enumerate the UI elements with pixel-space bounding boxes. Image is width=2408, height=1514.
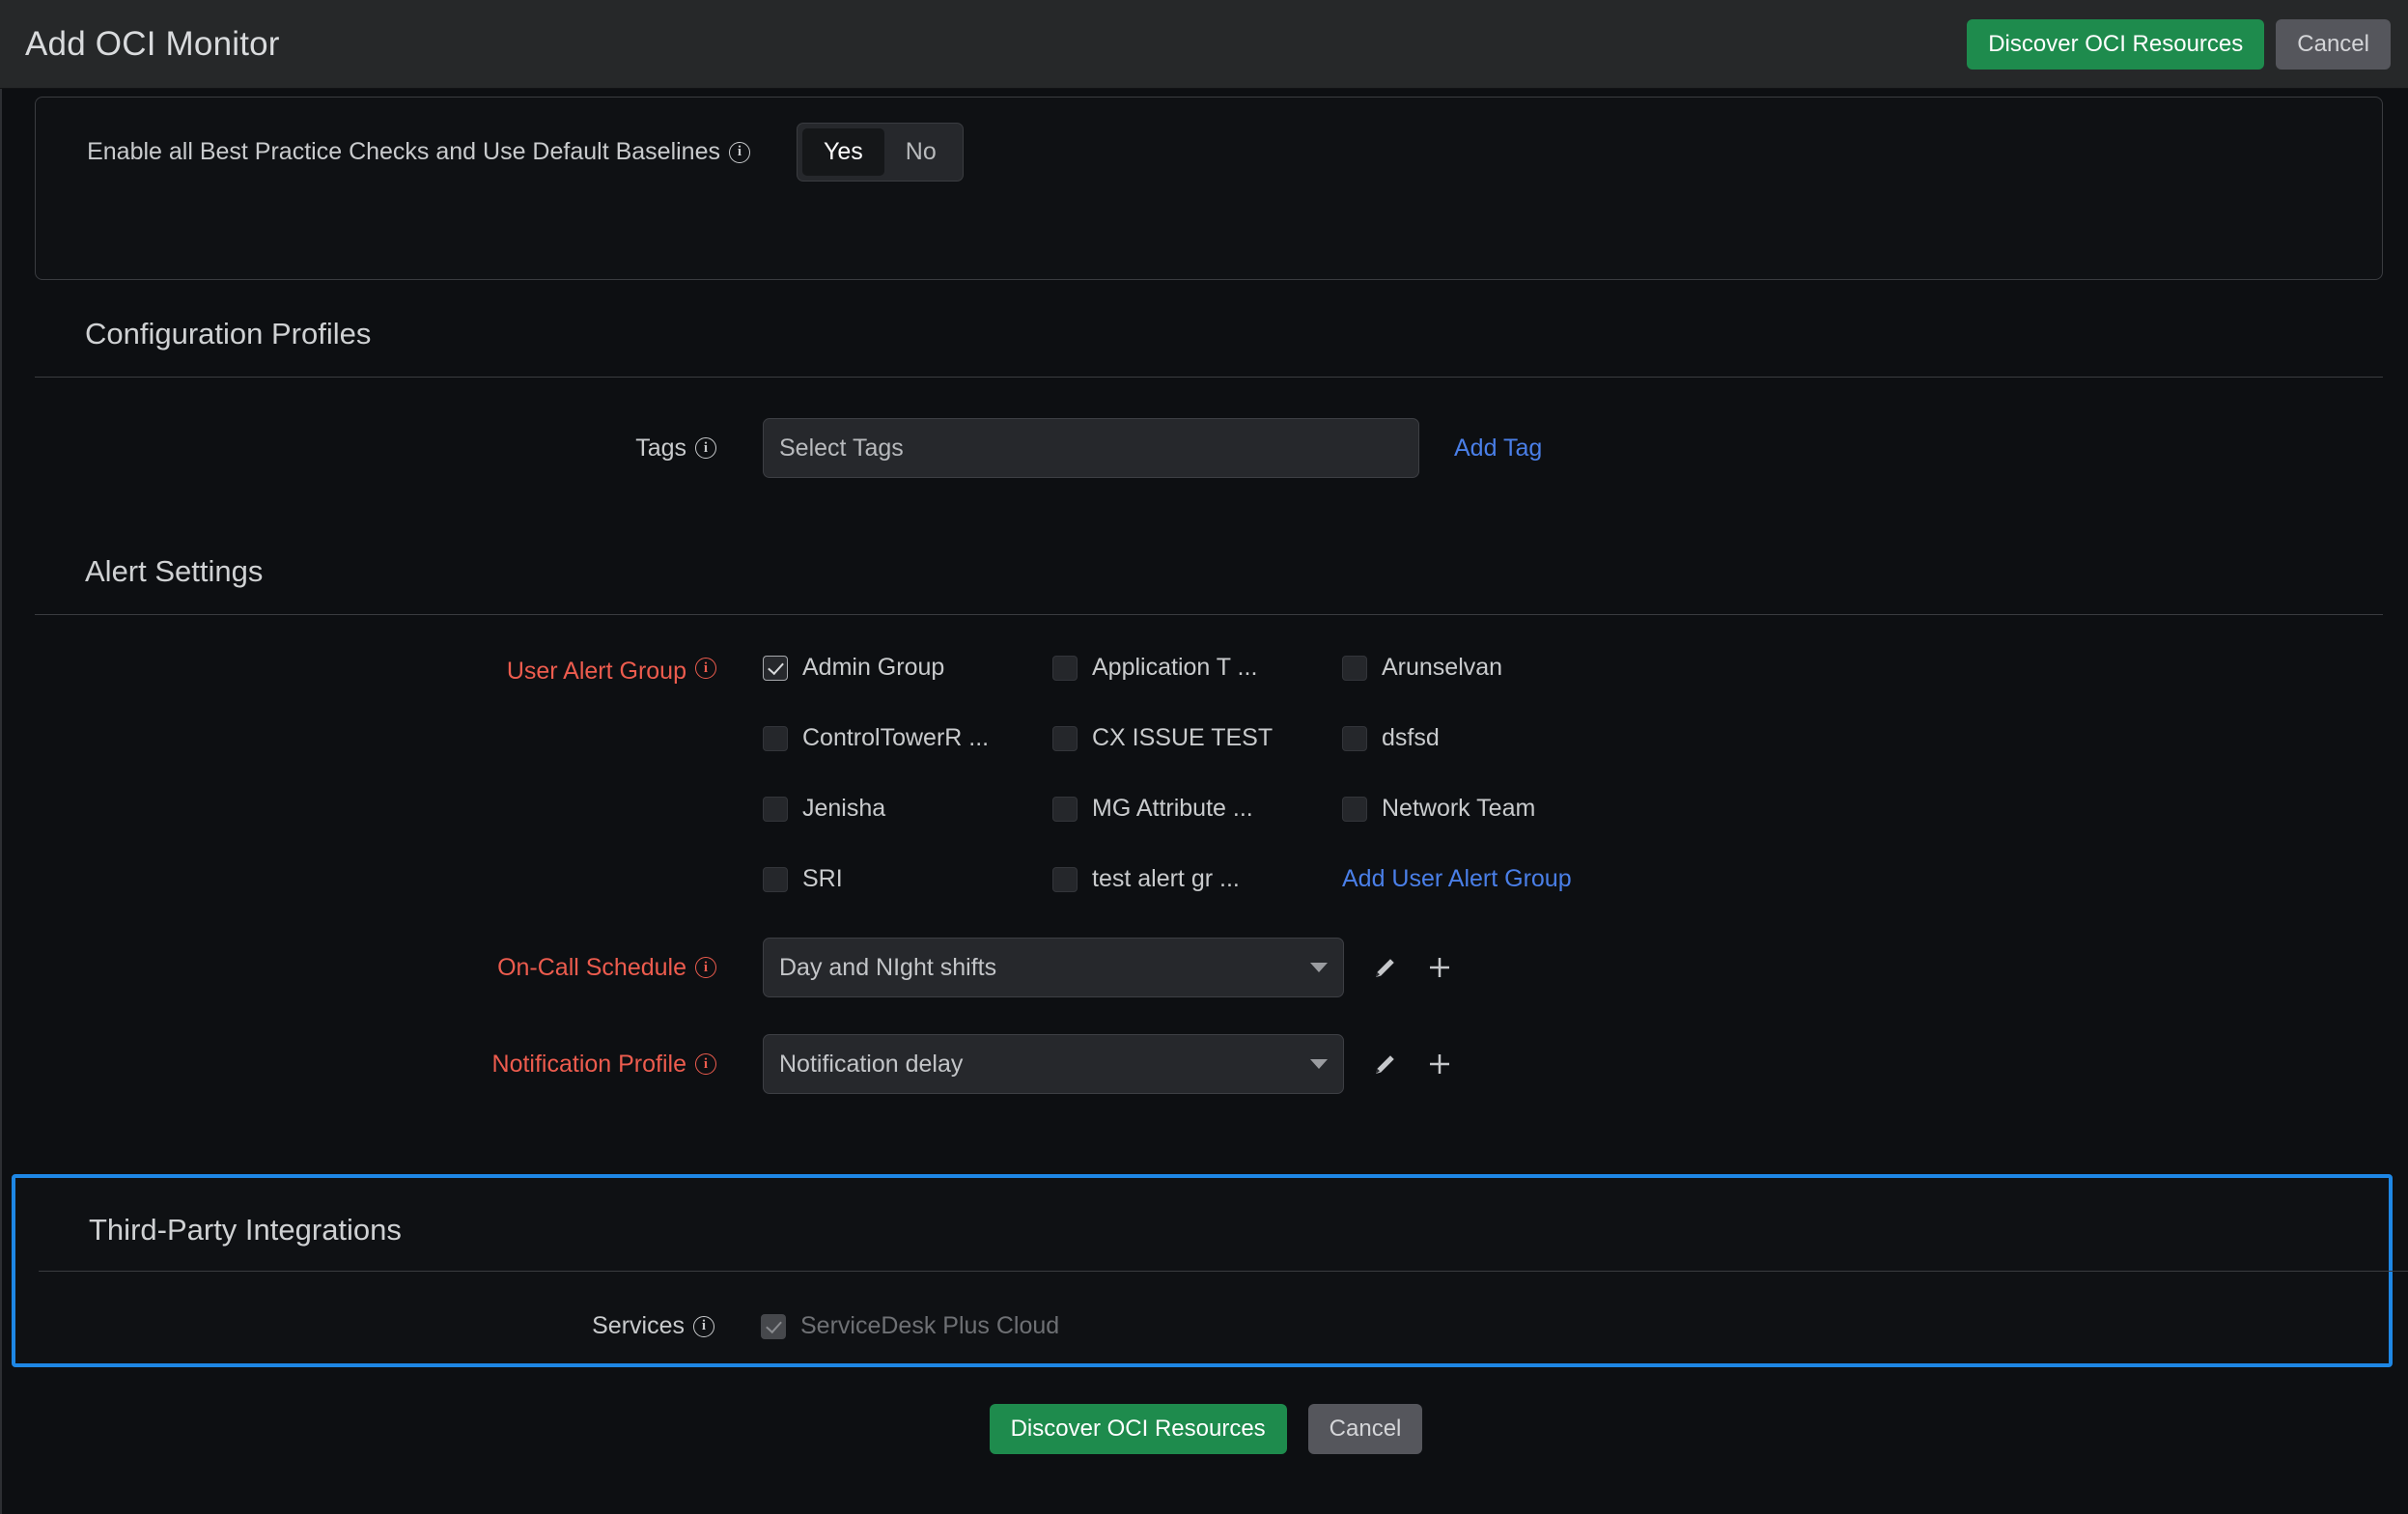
form-body: Enable all Best Practice Checks and Use … — [0, 89, 2408, 1514]
third-party-integrations-panel: Third-Party Integrations Services i Serv… — [12, 1174, 2408, 1367]
add-user-alert-group-cell: Add User Alert Group — [1342, 865, 1632, 893]
cancel-button-top[interactable]: Cancel — [2276, 18, 2391, 70]
services-row: Services i ServiceDesk Plus Cloud — [15, 1312, 2389, 1340]
checkbox-label: Network Team — [1382, 795, 1536, 822]
info-icon[interactable]: i — [695, 658, 716, 679]
chevron-down-icon[interactable] — [1310, 963, 1328, 972]
checkbox-dsfsd[interactable]: dsfsd — [1342, 724, 1632, 752]
page-title: Add OCI Monitor — [25, 24, 280, 63]
add-tag-link[interactable]: Add Tag — [1454, 435, 1542, 462]
on-call-schedule-label-text: On-Call Schedule — [497, 953, 686, 981]
checkbox-label: CX ISSUE TEST — [1092, 724, 1274, 751]
user-alert-group-label: User Alert Group i — [2, 654, 716, 893]
notification-profile-row: Notification Profile i Notification dela… — [2, 1034, 2408, 1094]
checkbox-admin-group[interactable]: Admin Group — [763, 654, 1052, 682]
add-user-alert-group-link[interactable]: Add User Alert Group — [1342, 865, 1572, 893]
user-alert-group-row: User Alert Group i Admin Group Applicati… — [2, 654, 2408, 893]
section-divider — [39, 1271, 2408, 1272]
footer-actions: Discover OCI Resources Cancel — [2, 1404, 2408, 1454]
services-label: Services i — [15, 1312, 714, 1340]
best-practice-label: Enable all Best Practice Checks and Use … — [36, 138, 750, 166]
info-icon[interactable]: i — [693, 1315, 714, 1337]
checkbox-icon[interactable] — [1342, 655, 1367, 681]
alert-settings-heading: Alert Settings — [85, 554, 264, 588]
user-alert-group-checkbox-grid: Admin Group Application T ... Arunselvan… — [763, 654, 1632, 893]
tags-label: Tags i — [2, 435, 716, 463]
on-call-schedule-select[interactable]: Day and NIght shifts — [763, 938, 1344, 997]
select-tags-input[interactable]: Select Tags — [763, 418, 1419, 478]
toggle-option-no[interactable]: No — [884, 128, 958, 176]
on-call-schedule-label: On-Call Schedule i — [2, 954, 716, 982]
best-practice-label-text: Enable all Best Practice Checks and Use … — [87, 138, 720, 165]
info-icon[interactable]: i — [695, 437, 716, 459]
info-icon[interactable]: i — [729, 141, 750, 163]
checkbox-label: ServiceDesk Plus Cloud — [800, 1312, 1060, 1339]
checkbox-mg-attribute[interactable]: MG Attribute ... — [1052, 795, 1342, 823]
checkbox-icon[interactable] — [1052, 725, 1078, 751]
alert-settings-section: Alert Settings User Alert Group i Admin … — [2, 554, 2408, 1094]
section-divider — [35, 377, 2383, 378]
checkbox-label: Application T ... — [1092, 654, 1258, 681]
info-icon[interactable]: i — [695, 957, 716, 978]
notification-profile-value: Notification delay — [779, 1050, 964, 1078]
best-practice-row: Enable all Best Practice Checks and Use … — [36, 123, 2382, 182]
configuration-profiles-section: Configuration Profiles Tags i Select Tag… — [2, 317, 2408, 478]
plus-icon[interactable] — [1423, 1048, 1456, 1080]
checkbox-label: dsfsd — [1382, 724, 1440, 751]
on-call-schedule-row: On-Call Schedule i Day and NIght shifts — [2, 938, 2408, 997]
checkbox-icon[interactable] — [763, 796, 788, 822]
checkbox-icon[interactable] — [1342, 796, 1367, 822]
titlebar-actions: Discover OCI Resources Cancel — [1967, 18, 2391, 70]
checkbox-arunselvan[interactable]: Arunselvan — [1342, 654, 1632, 682]
checkbox-icon[interactable] — [1052, 866, 1078, 892]
checkbox-jenisha[interactable]: Jenisha — [763, 795, 1052, 823]
checkbox-label: Arunselvan — [1382, 654, 1503, 681]
configuration-profiles-heading: Configuration Profiles — [85, 317, 372, 350]
checkbox-test-alert-gr[interactable]: test alert gr ... — [1052, 865, 1342, 893]
on-call-schedule-value: Day and NIght shifts — [779, 953, 997, 981]
checkbox-icon[interactable] — [763, 866, 788, 892]
pencil-icon[interactable] — [1369, 951, 1402, 984]
checkbox-icon[interactable] — [1342, 725, 1367, 751]
best-practice-panel: Enable all Best Practice Checks and Use … — [35, 97, 2383, 280]
checkbox-label: Admin Group — [802, 654, 945, 681]
window-titlebar: Add OCI Monitor Discover OCI Resources C… — [0, 0, 2408, 89]
checkbox-icon[interactable] — [763, 655, 788, 681]
plus-icon[interactable] — [1423, 951, 1456, 984]
checkbox-label: test alert gr ... — [1092, 865, 1240, 892]
checkbox-cx-issue-test[interactable]: CX ISSUE TEST — [1052, 724, 1342, 752]
checkbox-servicedesk-plus-cloud: ServiceDesk Plus Cloud — [761, 1312, 1059, 1340]
checkbox-label: MG Attribute ... — [1092, 795, 1253, 822]
chevron-down-icon[interactable] — [1310, 1059, 1328, 1069]
notification-profile-label-text: Notification Profile — [491, 1050, 686, 1078]
third-party-integrations-heading: Third-Party Integrations — [89, 1213, 402, 1247]
tags-label-text: Tags — [635, 434, 686, 462]
checkbox-icon — [761, 1313, 786, 1339]
checkbox-icon[interactable] — [763, 725, 788, 751]
section-divider — [35, 614, 2383, 615]
pencil-icon[interactable] — [1369, 1048, 1402, 1080]
checkbox-network-team[interactable]: Network Team — [1342, 795, 1632, 823]
checkbox-icon[interactable] — [1052, 655, 1078, 681]
notification-profile-label: Notification Profile i — [2, 1051, 716, 1079]
checkbox-sri[interactable]: SRI — [763, 865, 1052, 893]
discover-oci-resources-button-top[interactable]: Discover OCI Resources — [1967, 18, 2265, 70]
checkbox-label: ControlTowerR ... — [802, 724, 990, 751]
checkbox-controltowerr[interactable]: ControlTowerR ... — [763, 724, 1052, 752]
best-practice-toggle[interactable]: Yes No — [797, 123, 964, 182]
cancel-button-bottom[interactable]: Cancel — [1307, 1404, 1423, 1454]
notification-profile-select[interactable]: Notification delay — [763, 1034, 1344, 1094]
checkbox-icon[interactable] — [1052, 796, 1078, 822]
info-icon[interactable]: i — [695, 1053, 716, 1075]
services-label-text: Services — [592, 1312, 685, 1339]
toggle-option-yes[interactable]: Yes — [802, 128, 884, 176]
checkbox-application-t[interactable]: Application T ... — [1052, 654, 1342, 682]
user-alert-group-label-text: User Alert Group — [506, 658, 686, 685]
tags-row: Tags i Select Tags Add Tag — [2, 418, 2408, 478]
discover-oci-resources-button-bottom[interactable]: Discover OCI Resources — [989, 1404, 1287, 1454]
checkbox-label: Jenisha — [802, 795, 886, 822]
checkbox-label: SRI — [802, 865, 843, 892]
